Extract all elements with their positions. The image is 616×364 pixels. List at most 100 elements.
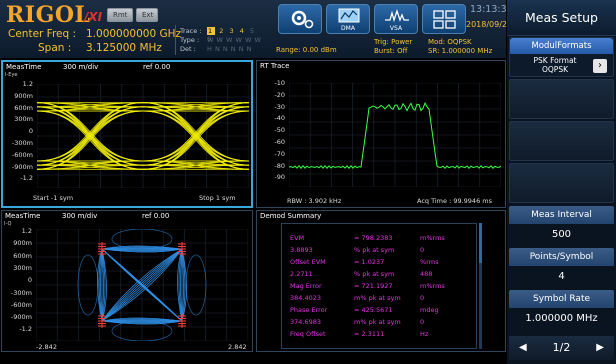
demod-value: = 1.0237 — [354, 258, 385, 266]
const-x-max: 2.842 — [228, 343, 247, 351]
y-tick-label: 1.2 — [22, 80, 33, 88]
dma-label: DMA — [341, 25, 355, 32]
menu-title: Meas Setup — [507, 0, 616, 36]
demod-value: % pk at sym — [354, 246, 395, 254]
eye-plot — [37, 84, 249, 188]
meas-interval-softkey[interactable]: Meas Interval — [509, 206, 614, 224]
page-prev-icon[interactable]: ◀ — [519, 336, 527, 360]
modul-formats-softkey[interactable]: ModulFormats PSK Format OQPSK › — [509, 37, 614, 77]
demod-scroll-thumb[interactable] — [479, 223, 482, 263]
y-tick-label: -20 — [274, 90, 285, 99]
page-next-icon[interactable]: ▶ — [596, 336, 604, 360]
demod-value: % pk at sym — [354, 270, 395, 278]
y-tick-label: -90 — [274, 173, 285, 182]
det-label: Det : — [180, 45, 196, 53]
demod-unit: m%rms — [420, 282, 445, 290]
empty-softkey-3[interactable] — [509, 121, 614, 161]
demod-summary-panel[interactable]: Demod Summary EVM = 798.2383 m%rms 3.8893 % … — [256, 210, 506, 352]
y-tick-label: -10 — [274, 79, 285, 87]
demod-unit: mdeg — [420, 306, 439, 314]
trace-status: Trace : 1 2 3 4 5 6 Type : W W W W W W D… — [175, 25, 265, 55]
vsa-icon — [385, 8, 409, 23]
demod-row: 374.6983 m% pk at sym 0 — [282, 318, 476, 328]
points-per-symbol-value[interactable]: 4 — [509, 266, 614, 288]
demod-results-table[interactable]: EVM = 798.2383 m%rms 3.8893 % pk at sym 0 Offs… — [281, 223, 477, 349]
center-freq-value[interactable]: 1.000000000 GHz — [86, 28, 181, 40]
empty-softkey-2[interactable] — [509, 79, 614, 119]
trigger-readout: Trig: Power — [374, 38, 413, 46]
y-tick-label: -900m — [10, 313, 32, 322]
settings-button[interactable] — [278, 4, 322, 34]
y-tick-label: -60 — [274, 138, 285, 146]
layout-button[interactable] — [422, 4, 466, 34]
span-label: Span : — [38, 42, 72, 54]
eye-diagram-panel[interactable]: MeasTime 300 m/div ref 0.00 I-Eye 1.2 900… — [1, 60, 253, 208]
demod-unit: m%rms — [420, 234, 445, 242]
constellation-panel[interactable]: MeasTime 300 m/div ref 0.00 I-Q 1.2 900m 6… — [1, 210, 253, 352]
y-tick-label: 300m — [14, 115, 33, 124]
symbol-rate-readout: SR: 1.000000 MHz — [428, 47, 493, 55]
empty-softkey-4[interactable] — [509, 163, 614, 203]
y-tick-label: -600m — [11, 150, 33, 159]
demod-row: Phase Error = 425.5671 mdeg — [282, 306, 476, 316]
y-tick-label: 600m — [14, 103, 33, 112]
eye-ref: ref 0.00 — [143, 63, 171, 71]
y-tick-label: -40 — [274, 114, 285, 123]
trace-number-4[interactable]: 4 — [240, 27, 246, 35]
points-per-symbol-softkey[interactable]: Points/Symbol — [509, 248, 614, 266]
const-scale: 300 m/div — [62, 212, 98, 220]
trace-number-3[interactable]: 3 — [229, 27, 235, 35]
y-tick-label: 600m — [13, 251, 32, 260]
symbol-rate-softkey[interactable]: Symbol Rate — [509, 290, 614, 308]
demod-unit: 0 — [420, 318, 425, 326]
rt-trace-panel[interactable]: RT Trace -10 -20 -30 -40 -50 -60 -70 -80 -90 RBW… — [256, 60, 506, 208]
y-tick-label: 900m — [14, 91, 33, 100]
y-tick-label: -30 — [274, 102, 285, 111]
type-label: Type : — [180, 36, 200, 44]
vsa-mode-button[interactable]: VSA — [374, 4, 418, 34]
span-value[interactable]: 3.125000 MHz — [86, 42, 162, 54]
demod-name: Freq Offset — [290, 330, 326, 338]
eye-stop-label: Stop 1 sym — [199, 194, 236, 202]
demod-name: Offset EVM — [290, 258, 326, 266]
eye-scale: 300 m/div — [63, 63, 99, 71]
center-freq-label: Center Freq : — [8, 28, 77, 40]
clock-time: 13:13:33 — [470, 4, 513, 15]
remote-indicator: Rmt — [107, 8, 133, 22]
range-readout: Range: 0.00 dBm — [276, 46, 337, 54]
modul-formats-label: ModulFormats — [510, 38, 613, 54]
y-tick-label: -1.2 — [19, 325, 32, 334]
eye-unit: I-Eye — [5, 72, 18, 78]
trace-number-5[interactable]: 5 — [250, 27, 256, 35]
y-tick-label: 900m — [13, 239, 32, 248]
demod-unit: 0 — [420, 246, 425, 254]
const-panel-title: MeasTime — [5, 212, 41, 220]
demod-scrollbar[interactable] — [479, 223, 482, 349]
trace-number-2[interactable]: 2 — [219, 27, 225, 35]
y-tick-label: -70 — [274, 149, 285, 158]
burst-readout: Burst: Off — [374, 47, 408, 55]
demod-row: Offset EVM = 1.0237 %rms — [282, 258, 476, 268]
dma-icon — [338, 8, 360, 23]
chevron-right-icon[interactable]: › — [593, 59, 607, 73]
demod-unit: %rms — [420, 258, 439, 266]
demod-row: Mag Error = 721.1927 m%rms — [282, 282, 476, 292]
y-tick-label: -300m — [10, 288, 32, 297]
dma-mode-button[interactable]: DMA — [326, 4, 370, 34]
constellation-plot — [36, 229, 248, 341]
demod-value: = 425.5671 — [354, 306, 393, 314]
demod-value: m% pk at sym — [354, 318, 401, 326]
top-status-bar: RIGOL /XI Rmt Ext Center Freq : 1.000000… — [0, 0, 513, 58]
psk-format-value: PSK Format OQPSK — [533, 56, 577, 74]
demod-name: EVM — [290, 234, 305, 242]
modulation-readout: Mod: OQPSK — [428, 38, 472, 46]
const-x-min: -2.842 — [36, 343, 57, 351]
meas-interval-value[interactable]: 500 — [509, 224, 614, 246]
symbol-rate-value[interactable]: 1.000000 MHz — [509, 308, 614, 330]
y-tick-label: -300m — [11, 139, 33, 147]
trace-number-1[interactable]: 1 — [207, 27, 216, 35]
demod-row: 384.4023 m% pk at sym 0 — [282, 294, 476, 304]
menu-pager: ◀ 1/2 ▶ — [509, 336, 614, 360]
eye-trace — [37, 106, 144, 170]
acq-time-readout: Acq Time : 99.9946 ms — [417, 197, 492, 205]
